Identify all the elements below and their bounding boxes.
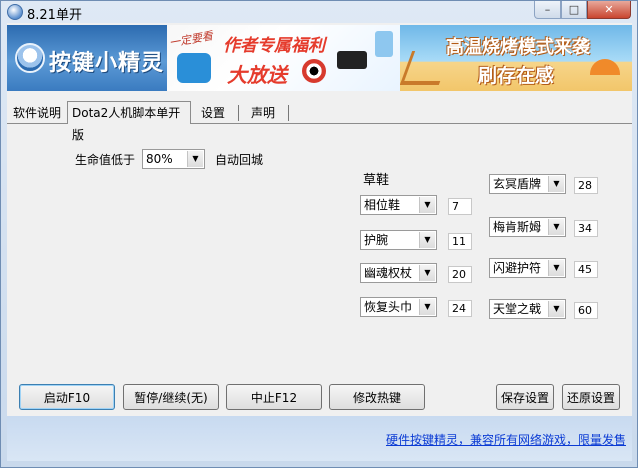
right-item-select-2[interactable]: 梅肯斯姆 ▼ [489, 217, 566, 237]
tab-settings[interactable]: 设置 [197, 103, 239, 123]
boots-item-select-1[interactable]: 相位鞋 ▼ [360, 195, 437, 215]
chevron-down-icon[interactable]: ▼ [419, 197, 435, 213]
ad-handwritten-note: 一定要看 [168, 29, 214, 50]
right-item-select-4[interactable]: 天堂之戟 ▼ [489, 299, 566, 319]
boots-item-select-3[interactable]: 幽魂权杖 ▼ [360, 263, 437, 283]
maximize-button[interactable]: □ [561, 1, 587, 19]
tab-statement[interactable]: 声明 [247, 103, 289, 123]
stop-button[interactable]: 中止F12 [226, 384, 322, 410]
right-item-select-1[interactable]: 玄冥盾牌 ▼ [489, 174, 566, 194]
boots-item-num-3[interactable]: 20 [448, 266, 472, 283]
start-button[interactable]: 启动F10 [19, 384, 115, 410]
right-item-select-3[interactable]: 闪避护符 ▼ [489, 258, 566, 278]
right-item-name: 闪避护符 [493, 261, 542, 275]
chevron-down-icon[interactable]: ▼ [419, 232, 435, 248]
footer-ad-link[interactable]: 硬件按键精灵，兼容所有网络游戏，限量发售 [386, 431, 626, 448]
chevron-down-icon[interactable]: ▼ [548, 219, 564, 235]
window-title: 8.21单开 [27, 8, 82, 23]
right-item-num-1[interactable]: 28 [574, 177, 598, 194]
tab-bar: 软件说明 Dota2人机脚本单开版 设置 声明 [7, 101, 632, 142]
boots-item-name: 幽魂权杖 [364, 266, 413, 280]
main-window: 8.21单开 – □ ✕ 按键小精灵 一定要看 作者专属福利 大放送 高温烧烤模… [0, 0, 638, 468]
ad2-line-1: 高温烧烤模式来袭 [446, 37, 590, 58]
weibo-eye-icon [302, 59, 326, 83]
logo-icon [15, 43, 45, 73]
client-area: 按键小精灵 一定要看 作者专属福利 大放送 高温烧烤模式来袭 刷存在感 软件说明… [7, 23, 632, 461]
ad-banner-summer[interactable]: 高温烧烤模式来袭 刷存在感 [400, 25, 632, 91]
ad-line-1: 作者专属福利 [223, 36, 325, 56]
robot-icon [177, 53, 211, 83]
close-button[interactable]: ✕ [587, 1, 631, 19]
ad-line-2: 大放送 [227, 63, 287, 87]
card-icon [337, 51, 367, 69]
pause-resume-button[interactable]: 暂停/继续(无) [123, 384, 219, 410]
ad-banner-welfare[interactable]: 一定要看 作者专属福利 大放送 [167, 25, 400, 91]
right-item-name: 天堂之戟 [493, 302, 542, 316]
right-item-name: 玄冥盾牌 [493, 177, 542, 191]
tab-software-info[interactable]: 软件说明 [9, 103, 69, 123]
tab-dota2-script[interactable]: Dota2人机脚本单开版 [67, 101, 191, 142]
boots-item-name: 恢复头巾 [364, 300, 413, 314]
health-threshold-select[interactable]: 80% ▼ [142, 149, 205, 169]
health-label: 生命值低于 [75, 153, 136, 167]
logo-text: 按键小精灵 [49, 51, 165, 76]
boots-title: 草鞋 [363, 173, 390, 188]
app-icon [7, 4, 23, 20]
cup-icon [375, 31, 393, 57]
dota2-script-panel: 生命值低于 80% ▼ 自动回城 草鞋 相位鞋 ▼ 7 护腕 ▼ 11 幽魂权杖… [7, 124, 632, 416]
brand-logo: 按键小精灵 [7, 25, 167, 91]
boots-item-name: 相位鞋 [364, 198, 401, 212]
save-settings-button[interactable]: 保存设置 [496, 384, 554, 410]
boots-item-num-4[interactable]: 24 [448, 300, 472, 317]
chevron-down-icon[interactable]: ▼ [548, 260, 564, 276]
ad2-line-2: 刷存在感 [478, 65, 555, 87]
boots-item-select-4[interactable]: 恢复头巾 ▼ [360, 297, 437, 317]
restore-settings-button[interactable]: 还原设置 [562, 384, 620, 410]
beach-chair-icon [400, 51, 452, 85]
boots-item-select-2[interactable]: 护腕 ▼ [360, 230, 437, 250]
boots-item-num-1[interactable]: 7 [448, 198, 472, 215]
right-item-num-3[interactable]: 45 [574, 261, 598, 278]
chevron-down-icon[interactable]: ▼ [187, 151, 203, 167]
chevron-down-icon[interactable]: ▼ [419, 265, 435, 281]
umbrella-icon [590, 59, 620, 75]
boots-item-name: 护腕 [364, 233, 389, 247]
minimize-button[interactable]: – [534, 1, 561, 19]
right-item-name: 梅肯斯姆 [493, 220, 542, 234]
chevron-down-icon[interactable]: ▼ [419, 299, 435, 315]
auto-return-label: 自动回城 [215, 153, 264, 167]
chevron-down-icon[interactable]: ▼ [548, 176, 564, 192]
edit-hotkey-button[interactable]: 修改热键 [329, 384, 425, 410]
footer-bar: 硬件按键精灵，兼容所有网络游戏，限量发售 [7, 416, 632, 461]
title-bar[interactable]: 8.21单开 – □ ✕ [1, 1, 637, 23]
right-item-num-2[interactable]: 34 [574, 220, 598, 237]
boots-item-num-2[interactable]: 11 [448, 233, 472, 250]
chevron-down-icon[interactable]: ▼ [548, 301, 564, 317]
right-item-num-4[interactable]: 60 [574, 302, 598, 319]
health-threshold-value: 80% [146, 152, 173, 166]
